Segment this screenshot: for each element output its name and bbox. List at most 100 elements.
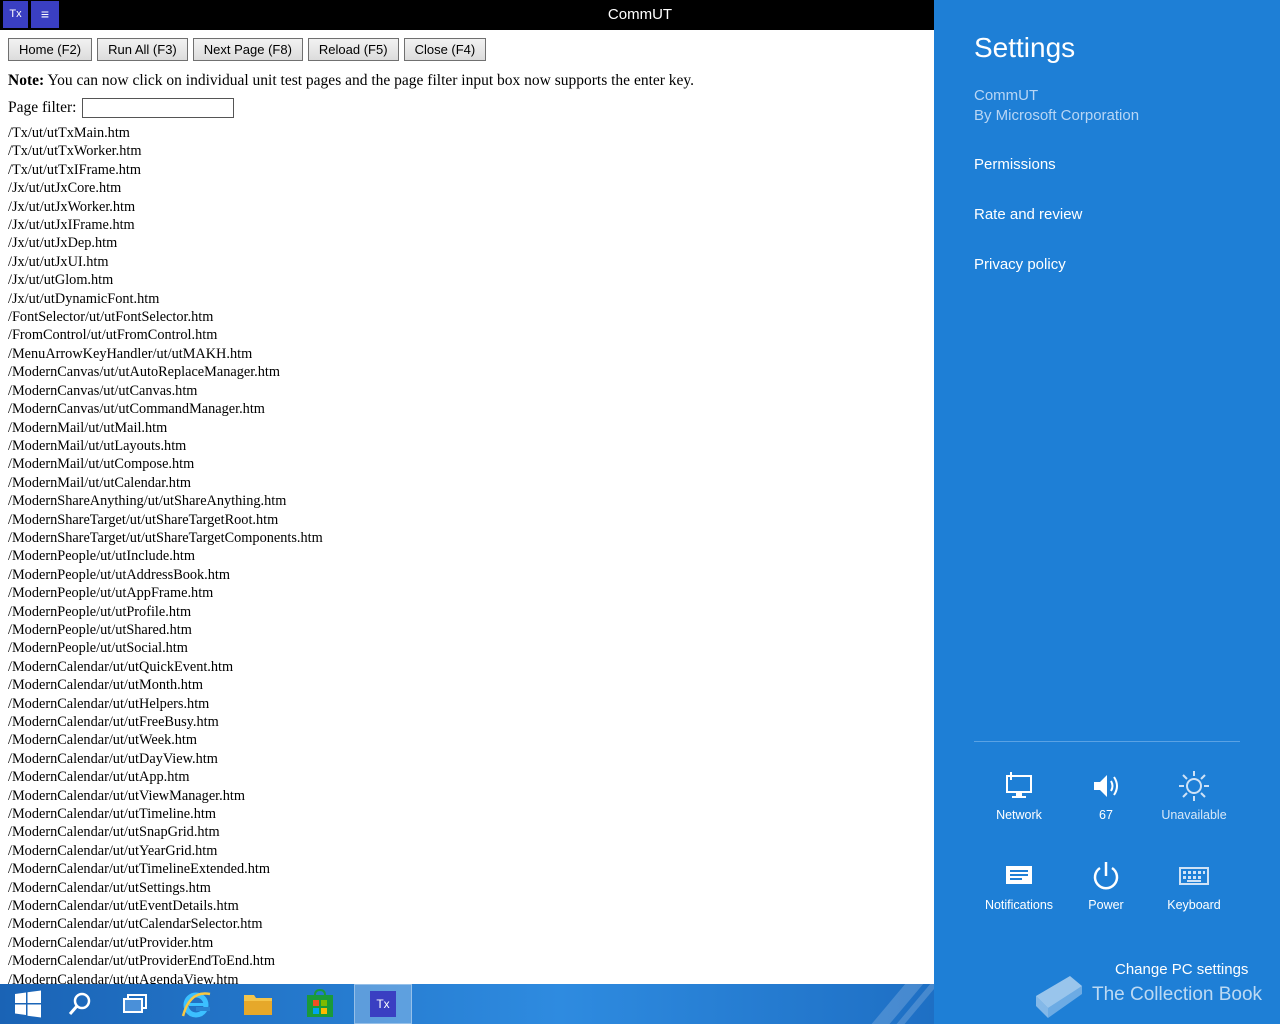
test-page-link[interactable]: /ModernCalendar/ut/utCalendarSelector.ht… xyxy=(8,915,928,933)
test-page-list: /Tx/ut/utTxMain.htm/Tx/ut/utTxWorker.htm… xyxy=(8,124,928,984)
notifications-tile[interactable]: Notifications xyxy=(974,860,1064,912)
test-page-link[interactable]: /ModernCalendar/ut/utMonth.htm xyxy=(8,676,928,694)
close-button[interactable]: Close (F4) xyxy=(403,38,487,61)
test-page-link[interactable]: /ModernCanvas/ut/utAutoReplaceManager.ht… xyxy=(8,363,928,381)
notifications-icon xyxy=(1006,866,1032,884)
power-label: Power xyxy=(1088,898,1124,912)
test-page-link[interactable]: /FromControl/ut/utFromControl.htm xyxy=(8,326,928,344)
search-icon xyxy=(68,992,91,1015)
test-page-link[interactable]: /ModernCalendar/ut/utSnapGrid.htm xyxy=(8,823,928,841)
test-page-link[interactable]: /Jx/ut/utGlom.htm xyxy=(8,271,928,289)
privacy-policy-link[interactable]: Privacy policy xyxy=(974,256,1066,273)
task-view-button[interactable] xyxy=(108,984,164,1024)
run-all-button[interactable]: Run All (F3) xyxy=(97,38,188,61)
brightness-tile[interactable]: Unavailable xyxy=(1149,770,1239,822)
test-page-link[interactable]: /ModernCalendar/ut/utEventDetails.htm xyxy=(8,897,928,915)
reload-button[interactable]: Reload (F5) xyxy=(307,38,399,61)
test-page-link[interactable]: /Jx/ut/utJxWorker.htm xyxy=(8,198,928,216)
test-page-link[interactable]: /ModernCanvas/ut/utCanvas.htm xyxy=(8,382,928,400)
note-text: Note: You can now click on individual un… xyxy=(8,72,928,90)
note-label: Note: xyxy=(8,72,45,89)
network-icon xyxy=(1006,772,1032,798)
test-page-link[interactable]: /ModernMail/ut/utCalendar.htm xyxy=(8,474,928,492)
test-page-link[interactable]: /ModernCalendar/ut/utProvider.htm xyxy=(8,934,928,952)
settings-title: Settings xyxy=(974,32,1076,63)
title-bar: Tx ≡ xyxy=(0,0,934,30)
test-page-link[interactable]: /ModernCalendar/ut/utTimeline.htm xyxy=(8,805,928,823)
test-page-link[interactable]: /ModernCalendar/ut/utWeek.htm xyxy=(8,731,928,749)
test-page-link[interactable]: /Tx/ut/utTxWorker.htm xyxy=(8,142,928,160)
test-page-link[interactable]: /ModernCanvas/ut/utCommandManager.htm xyxy=(8,400,928,418)
test-page-link[interactable]: /ModernShareAnything/ut/utShareAnything.… xyxy=(8,492,928,510)
toolbar: Home (F2) Run All (F3) Next Page (F8) Re… xyxy=(8,38,928,62)
test-page-link[interactable]: /Jx/ut/utJxDep.htm xyxy=(8,234,928,252)
test-page-link[interactable]: /Tx/ut/utTxMain.htm xyxy=(8,124,928,142)
network-label: Network xyxy=(996,808,1042,822)
test-page-link[interactable]: /ModernCalendar/ut/utApp.htm xyxy=(8,768,928,786)
next-page-button[interactable]: Next Page (F8) xyxy=(192,38,303,61)
start-button[interactable] xyxy=(0,984,56,1024)
task-view-icon xyxy=(123,994,147,1013)
test-page-link[interactable]: /ModernCalendar/ut/utDayView.htm xyxy=(8,750,928,768)
test-page-link[interactable]: /ModernMail/ut/utLayouts.htm xyxy=(8,437,928,455)
page-filter-row: Page filter: xyxy=(8,98,928,120)
hamburger-menu-icon[interactable]: ≡ xyxy=(31,1,59,28)
power-tile[interactable]: Power xyxy=(1061,860,1151,912)
rate-and-review-link[interactable]: Rate and review xyxy=(974,206,1082,223)
test-page-link[interactable]: /ModernPeople/ut/utAppFrame.htm xyxy=(8,584,928,602)
internet-explorer-icon xyxy=(181,992,211,1018)
test-page-link[interactable]: /ModernCalendar/ut/utYearGrid.htm xyxy=(8,842,928,860)
permissions-link[interactable]: Permissions xyxy=(974,156,1056,173)
test-page-link[interactable]: /ModernCalendar/ut/utHelpers.htm xyxy=(8,695,928,713)
test-page-link[interactable]: /ModernCalendar/ut/utAgendaView.htm xyxy=(8,971,928,984)
commut-taskbar-button[interactable]: Tx xyxy=(354,984,412,1024)
keyboard-label: Keyboard xyxy=(1167,898,1221,912)
brightness-label: Unavailable xyxy=(1161,808,1227,822)
taskbar-search-button[interactable] xyxy=(52,984,108,1024)
settings-app-publisher: By Microsoft Corporation xyxy=(974,107,1140,124)
test-page-link[interactable]: /ModernShareTarget/ut/utShareTargetCompo… xyxy=(8,529,928,547)
file-explorer-button[interactable] xyxy=(230,984,286,1024)
settings-divider xyxy=(974,741,1240,742)
folder-icon xyxy=(244,995,272,1015)
test-page-link[interactable]: /ModernPeople/ut/utProfile.htm xyxy=(8,603,928,621)
taskbar: Tx xyxy=(0,984,934,1024)
change-pc-settings-link[interactable]: Change PC settings xyxy=(1115,961,1248,978)
test-page-link[interactable]: /Tx/ut/utTxIFrame.htm xyxy=(8,161,928,179)
commut-app-icon: Tx xyxy=(370,991,396,1017)
volume-tile[interactable]: 67 xyxy=(1061,770,1151,822)
test-page-link[interactable]: /ModernCalendar/ut/utQuickEvent.htm xyxy=(8,658,928,676)
power-icon xyxy=(1093,862,1119,890)
test-page-link[interactable]: /Jx/ut/utJxIFrame.htm xyxy=(8,216,928,234)
test-page-link[interactable]: /Jx/ut/utDynamicFont.htm xyxy=(8,290,928,308)
test-page-link[interactable]: /ModernPeople/ut/utInclude.htm xyxy=(8,547,928,565)
home-button[interactable]: Home (F2) xyxy=(8,38,93,61)
settings-app-name: CommUT xyxy=(974,87,1039,104)
test-page-link[interactable]: /ModernCalendar/ut/utTimelineExtended.ht… xyxy=(8,860,928,878)
test-page-link[interactable]: /FontSelector/ut/utFontSelector.htm xyxy=(8,308,928,326)
test-page-link[interactable]: /Jx/ut/utJxUI.htm xyxy=(8,253,928,271)
test-page-link[interactable]: /ModernCalendar/ut/utSettings.htm xyxy=(8,879,928,897)
test-page-link[interactable]: /ModernShareTarget/ut/utShareTargetRoot.… xyxy=(8,511,928,529)
app-window: Tx ≡ Home (F2) Run All (F3) Next Page (F… xyxy=(0,0,934,984)
test-page-link[interactable]: /ModernPeople/ut/utSocial.htm xyxy=(8,639,928,657)
volume-label: 67 xyxy=(1099,808,1113,822)
note-body: You can now click on individual unit tes… xyxy=(47,72,695,89)
internet-explorer-button[interactable] xyxy=(168,984,224,1024)
test-page-link[interactable]: /ModernCalendar/ut/utViewManager.htm xyxy=(8,787,928,805)
test-page-link[interactable]: /Jx/ut/utJxCore.htm xyxy=(8,179,928,197)
store-button[interactable] xyxy=(292,984,348,1024)
test-page-link[interactable]: /ModernPeople/ut/utAddressBook.htm xyxy=(8,566,928,584)
page-filter-input[interactable] xyxy=(82,98,235,118)
test-page-link[interactable]: /ModernCalendar/ut/utFreeBusy.htm xyxy=(8,713,928,731)
test-page-link[interactable]: /ModernPeople/ut/utShared.htm xyxy=(8,621,928,639)
test-runner-content: Home (F2) Run All (F3) Next Page (F8) Re… xyxy=(8,38,928,984)
test-page-link[interactable]: /ModernMail/ut/utCompose.htm xyxy=(8,455,928,473)
network-tile[interactable]: Network xyxy=(974,770,1064,822)
test-page-link[interactable]: /ModernMail/ut/utMail.htm xyxy=(8,419,928,437)
test-page-link[interactable]: /ModernCalendar/ut/utProviderEndToEnd.ht… xyxy=(8,952,928,970)
test-page-link[interactable]: /MenuArrowKeyHandler/ut/utMAKH.htm xyxy=(8,345,928,363)
keyboard-tile[interactable]: Keyboard xyxy=(1149,860,1239,912)
app-icon[interactable]: Tx xyxy=(3,1,28,28)
page-filter-label: Page filter: xyxy=(8,99,77,116)
